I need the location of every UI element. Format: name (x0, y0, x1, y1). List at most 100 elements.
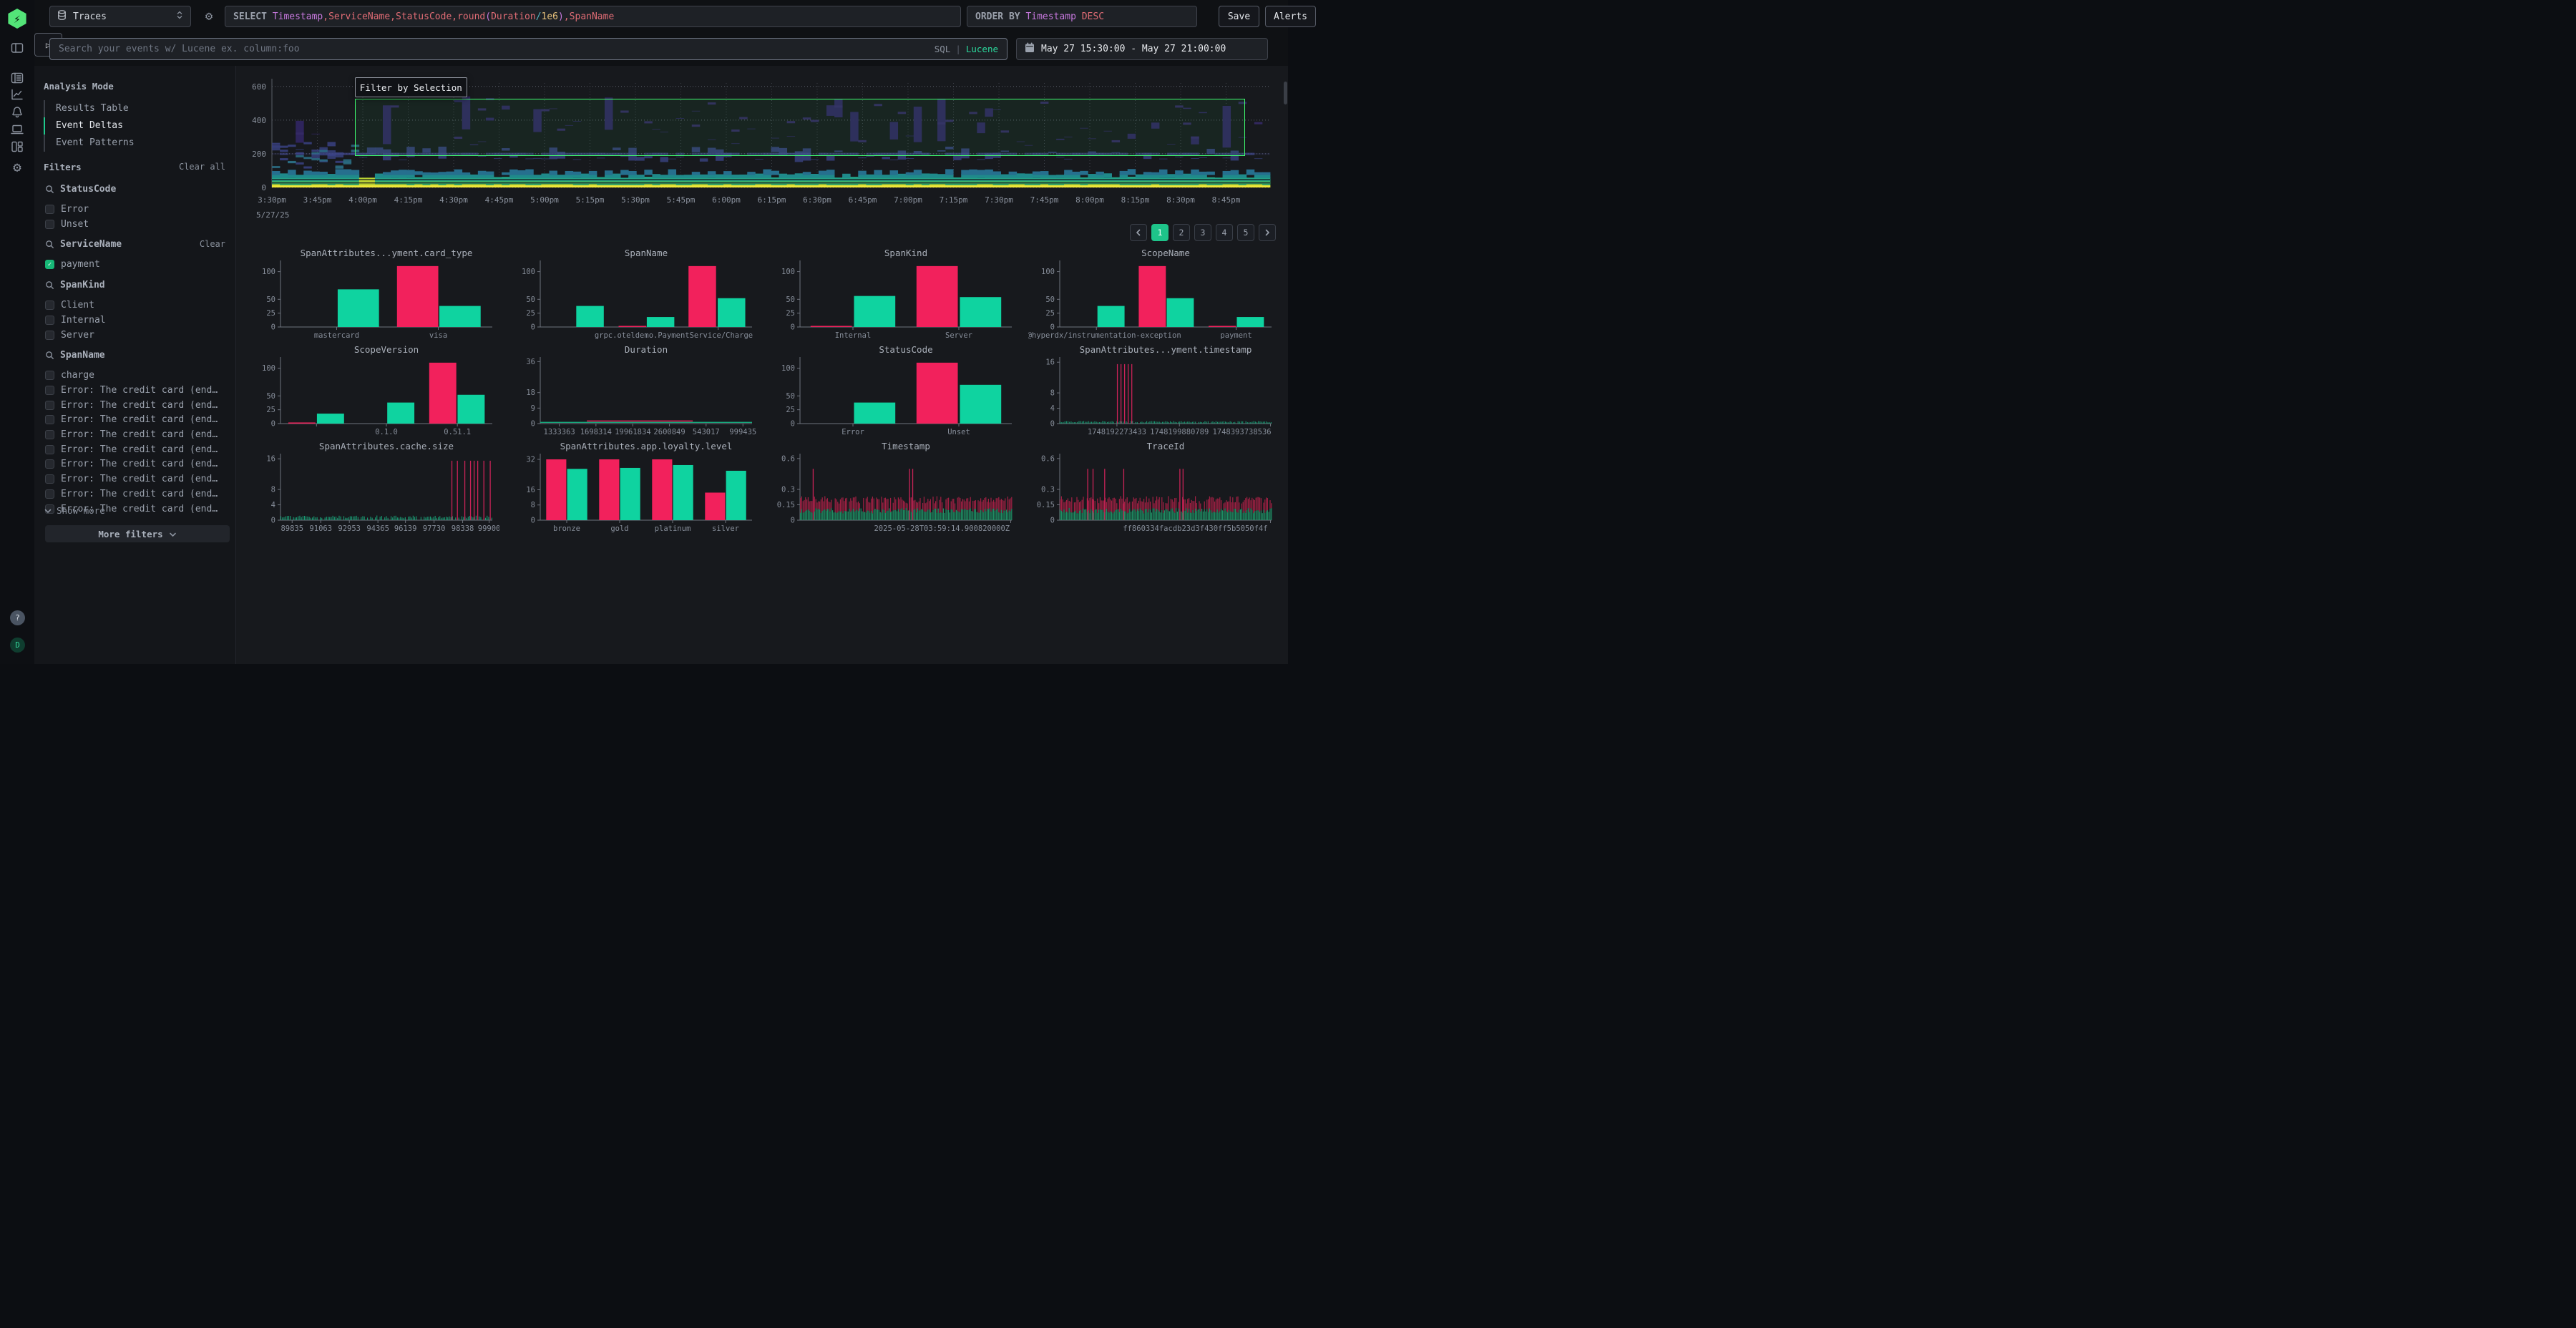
checkbox[interactable] (45, 301, 54, 310)
svg-text:5/27/25: 5/27/25 (256, 210, 289, 220)
svg-text:0: 0 (1050, 323, 1055, 332)
mini-chart-span_name: SpanName10050250grpc.oteldemo.PaymentSer… (509, 248, 759, 343)
svg-text:4:45pm: 4:45pm (485, 195, 514, 205)
svg-text:100: 100 (781, 364, 795, 373)
filter-checkbox-row[interactable]: Server (45, 330, 94, 341)
page-next[interactable] (1259, 224, 1276, 241)
filter-checkbox-row[interactable]: charge (45, 370, 94, 381)
rail-alerts-bell[interactable] (8, 103, 26, 122)
hyperdx-logo[interactable]: ⚡ (7, 9, 27, 29)
filter-checkbox-row[interactable]: Unset (45, 219, 89, 230)
checkbox[interactable] (45, 430, 54, 439)
help-button[interactable]: ? (10, 610, 25, 625)
analysis-mode-event-patterns[interactable]: Event Patterns (44, 135, 135, 152)
svg-text:4:15pm: 4:15pm (394, 195, 423, 205)
clear-ServiceName[interactable]: Clear (200, 239, 225, 249)
query-segment: StatusCode (396, 11, 452, 22)
search-icon[interactable] (45, 351, 54, 360)
svg-text:0: 0 (1050, 517, 1055, 525)
filter-group-StatusCode: StatusCode (45, 184, 116, 195)
svg-text:200: 200 (252, 150, 266, 159)
rail-dashboards[interactable] (8, 137, 26, 156)
analysis-mode-event-deltas[interactable]: Event Deltas (44, 117, 135, 135)
checkbox[interactable] (45, 445, 54, 454)
checkbox[interactable] (45, 459, 54, 469)
filter-by-selection-tooltip[interactable]: Filter by Selection (355, 77, 467, 97)
checkbox[interactable] (45, 371, 54, 380)
checkbox[interactable] (45, 474, 54, 484)
source-settings-gear-icon[interactable]: ⚙ (200, 6, 218, 27)
save-button[interactable]: Save (1219, 6, 1259, 27)
page-5[interactable]: 5 (1237, 224, 1254, 241)
svg-text:4:30pm: 4:30pm (439, 195, 468, 205)
clear-all-filters[interactable]: Clear all (179, 162, 225, 172)
toggle-sql[interactable]: SQL (935, 44, 951, 54)
scrollbar-thumb[interactable] (1284, 82, 1287, 104)
show-more[interactable]: Show more (44, 505, 105, 516)
filter-checkbox-row[interactable]: Error: The credit card (end… (45, 459, 218, 469)
svg-text:50: 50 (786, 296, 795, 304)
search-bar: SQL | Lucene (49, 38, 1008, 60)
search-icon[interactable] (45, 185, 54, 194)
checkbox[interactable] (45, 316, 54, 325)
page-4[interactable]: 4 (1216, 224, 1233, 241)
svg-text:6:45pm: 6:45pm (849, 195, 877, 205)
search-input[interactable] (50, 44, 935, 54)
filter-checkbox-row[interactable]: Error: The credit card (end… (45, 400, 218, 411)
checkbox[interactable] (45, 489, 54, 499)
alerts-button[interactable]: Alerts (1265, 6, 1316, 27)
svg-text:0.51.1: 0.51.1 (444, 428, 471, 436)
svg-text:4:00pm: 4:00pm (348, 195, 377, 205)
page-2[interactable]: 2 (1173, 224, 1190, 241)
checkbox[interactable] (45, 331, 54, 340)
toggle-divider: | (955, 44, 961, 54)
calendar-icon (1025, 42, 1035, 56)
select-query-input[interactable]: SELECT Timestamp,ServiceName,StatusCode,… (225, 6, 961, 27)
chevron-left-icon (1135, 229, 1142, 236)
checkbox[interactable] (45, 386, 54, 395)
checkbox[interactable] (45, 220, 54, 229)
mini-chart-title: SpanKind (800, 248, 1012, 258)
rail-panel-toggle[interactable] (8, 39, 26, 57)
time-range-picker[interactable]: May 27 15:30:00 - May 27 21:00:00 (1016, 38, 1268, 60)
rail-client-sessions[interactable] (8, 120, 26, 139)
filter-checkbox-row[interactable]: Error: The credit card (end… (45, 474, 218, 484)
checkbox[interactable] (45, 205, 54, 214)
filter-checkbox-row[interactable]: Error: The credit card (end… (45, 489, 218, 499)
avatar[interactable]: D (10, 638, 25, 653)
search-icon[interactable] (45, 240, 54, 249)
heatmap-selection[interactable] (355, 99, 1245, 156)
page-prev[interactable] (1130, 224, 1147, 241)
source-select[interactable]: Traces (49, 6, 191, 27)
filter-checkbox-row[interactable]: Error: The credit card (end… (45, 385, 218, 396)
filter-checkbox-row[interactable]: Error: The credit card (end… (45, 414, 218, 425)
svg-text:7:45pm: 7:45pm (1030, 195, 1059, 205)
svg-text:0: 0 (531, 517, 535, 525)
svg-text:7:15pm: 7:15pm (940, 195, 968, 205)
analysis-mode-results-table[interactable]: Results Table (44, 100, 135, 117)
toggle-lucene[interactable]: Lucene (966, 44, 998, 54)
filter-checkbox-row[interactable]: Error: The credit card (end… (45, 429, 218, 440)
checkbox[interactable] (45, 401, 54, 410)
page-1[interactable]: 1 (1151, 224, 1169, 241)
filter-checkbox-row[interactable]: Error (45, 204, 89, 215)
filter-checkbox-row[interactable]: Internal (45, 315, 106, 326)
svg-text:0: 0 (1050, 420, 1055, 429)
svg-text:5:30pm: 5:30pm (621, 195, 650, 205)
svg-text:400: 400 (252, 116, 266, 125)
page-3[interactable]: 3 (1194, 224, 1211, 241)
filter-checkbox-row[interactable]: ✓payment (45, 259, 100, 270)
filter-checkbox-row[interactable]: Client (45, 300, 94, 311)
filter-checkbox-row[interactable]: Error: The credit card (end… (45, 444, 218, 455)
checkbox[interactable] (45, 415, 54, 424)
checkbox-checked[interactable]: ✓ (45, 260, 54, 269)
rail-settings-gear[interactable]: ⚙ (8, 158, 26, 177)
order-by-input[interactable]: ORDER BY Timestamp DESC (967, 6, 1197, 27)
rail-chart-explorer[interactable] (8, 85, 26, 104)
svg-text:0: 0 (791, 420, 795, 429)
more-filters-button[interactable]: More filters (45, 525, 230, 542)
mini-chart-scope_version: ScopeVersion100502500.1.00.51.1 (249, 344, 499, 439)
svg-text:4: 4 (271, 501, 275, 509)
query-language-toggle[interactable]: SQL | Lucene (935, 44, 1007, 54)
search-icon[interactable] (45, 280, 54, 290)
